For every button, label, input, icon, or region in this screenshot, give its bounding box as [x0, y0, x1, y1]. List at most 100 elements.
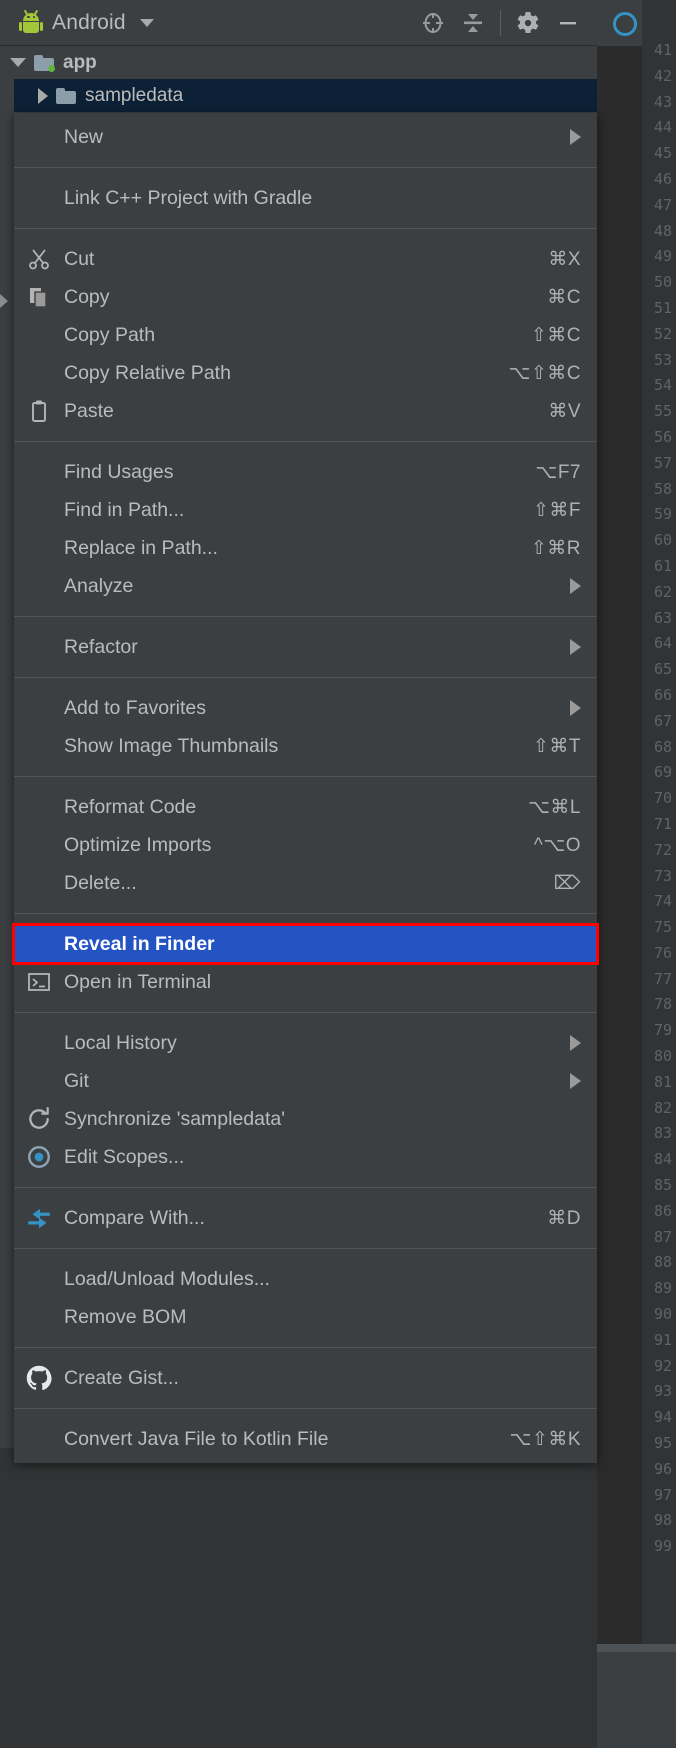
line-number: 44 — [653, 118, 672, 137]
menu-separator — [14, 1347, 597, 1348]
menu-item-label: Cut — [64, 247, 95, 270]
menu-item[interactable]: Copy Path ⇧⌘C — [14, 316, 597, 354]
menu-item[interactable]: Synchronize 'sampledata' — [14, 1100, 597, 1138]
menu-item-shortcut: ⌘D — [547, 1207, 581, 1229]
menu-item-label: Create Gist... — [64, 1366, 179, 1389]
menu-item-shortcut: ⇧⌘T — [532, 735, 581, 757]
menu-group: Link C++ Project with Gradle — [14, 174, 597, 222]
tree-row[interactable]: sampledata — [0, 79, 597, 112]
line-number: 92 — [653, 1356, 672, 1375]
menu-separator — [14, 167, 597, 168]
line-number: 54 — [653, 376, 672, 395]
menu-item[interactable]: Link C++ Project with Gradle — [14, 179, 597, 217]
menu-item[interactable]: Replace in Path... ⇧⌘R — [14, 529, 597, 567]
menu-item-label: New — [64, 125, 104, 148]
menu-separator — [14, 616, 597, 617]
android-robot-icon — [19, 9, 43, 34]
menu-item-label: Local History — [64, 1031, 177, 1054]
menu-item-label: Git — [64, 1069, 89, 1092]
menu-item[interactable]: Copy ⌘C — [14, 278, 597, 316]
menu-item-label: Paste — [64, 399, 114, 422]
line-number: 90 — [653, 1305, 672, 1324]
menu-item[interactable]: Open in Terminal — [14, 963, 597, 1001]
menu-item[interactable]: Cut ⌘X — [14, 240, 597, 278]
minimize-button[interactable] — [549, 4, 587, 42]
line-number: 57 — [653, 453, 672, 472]
menu-item-label: Convert Java File to Kotlin File — [64, 1427, 329, 1450]
menu-item[interactable]: Compare With... ⌘D — [14, 1199, 597, 1237]
menu-item[interactable]: Optimize Imports ^⌥O — [14, 826, 597, 864]
line-number: 70 — [653, 789, 672, 808]
line-number: 81 — [653, 1072, 672, 1091]
menu-item[interactable]: Show Image Thumbnails ⇧⌘T — [14, 727, 597, 765]
line-number: 79 — [653, 1021, 672, 1040]
line-number: 41 — [653, 41, 672, 59]
line-number: 68 — [653, 737, 672, 756]
line-number: 55 — [653, 402, 672, 421]
menu-group: Find Usages ⌥F7 Find in Path... ⇧⌘F Replace … — [14, 448, 597, 610]
menu-item[interactable]: Analyze — [14, 567, 597, 605]
chevron-down-icon[interactable] — [139, 18, 154, 27]
menu-group: Add to Favorites Show Image Thumbnails ⇧⌘T — [14, 684, 597, 770]
menu-item[interactable]: Convert Java File to Kotlin File ⌥⇧⌘K — [14, 1420, 597, 1458]
menu-item[interactable]: Refactor — [14, 628, 597, 666]
line-number: 95 — [653, 1434, 672, 1453]
line-number: 50 — [653, 273, 672, 292]
line-number: 84 — [653, 1150, 672, 1169]
menu-item-shortcut: ⌘X — [548, 248, 581, 270]
submenu-arrow-icon — [570, 700, 581, 716]
chevron-expanded-icon[interactable] — [10, 58, 26, 67]
menu-separator — [14, 1012, 597, 1013]
line-number: 45 — [653, 144, 672, 163]
line-number: 48 — [653, 221, 672, 240]
menu-item[interactable]: Edit Scopes... — [14, 1138, 597, 1176]
menu-group: Create Gist... — [14, 1354, 597, 1402]
tree-row[interactable]: app — [0, 46, 597, 79]
submenu-arrow-icon — [570, 639, 581, 655]
menu-item[interactable]: Add to Favorites — [14, 689, 597, 727]
line-number: 86 — [653, 1201, 672, 1220]
menu-item-label: Remove BOM — [64, 1305, 187, 1328]
menu-item-selected[interactable]: Reveal in Finder — [12, 923, 599, 965]
bottom-tool-pane — [597, 1652, 676, 1748]
line-number: 47 — [653, 195, 672, 214]
menu-item[interactable]: Git — [14, 1062, 597, 1100]
menu-item[interactable]: Find Usages ⌥F7 — [14, 453, 597, 491]
tree-expander-nub-icon[interactable] — [0, 294, 8, 308]
menu-item[interactable]: Find in Path... ⇧⌘F — [14, 491, 597, 529]
select-opened-file-button[interactable] — [414, 4, 452, 42]
menu-group: Local History Git Synchronize 'sampledata'… — [14, 1019, 597, 1181]
menu-item[interactable]: New — [14, 118, 597, 156]
line-number: 85 — [653, 1176, 672, 1195]
line-number: 65 — [653, 660, 672, 679]
menu-separator — [14, 441, 597, 442]
menu-group: Convert Java File to Kotlin File ⌥⇧⌘K — [14, 1415, 597, 1463]
terminal-icon — [24, 970, 54, 994]
crosshair-target-icon — [423, 12, 443, 33]
menu-item-label: Optimize Imports — [64, 833, 212, 856]
menu-separator — [14, 228, 597, 229]
menu-item[interactable]: Load/Unload Modules... — [14, 1260, 597, 1298]
menu-item-label: Delete... — [64, 871, 137, 894]
line-number: 60 — [653, 531, 672, 550]
module-folder-icon — [34, 54, 55, 72]
submenu-arrow-icon — [570, 1073, 581, 1089]
menu-group: Reveal in Finder Open in Terminal — [12, 920, 599, 1006]
menu-item[interactable]: Local History — [14, 1024, 597, 1062]
collapse-all-button[interactable] — [454, 4, 492, 42]
line-number: 74 — [653, 892, 672, 911]
menu-item[interactable]: Create Gist... — [14, 1359, 597, 1397]
android-studio-window: 41 42 43 44 45 46 47 48 49 50 51 52 53 54 55 56 57 58 59 60… — [0, 0, 676, 1748]
menu-item[interactable]: Paste ⌘V — [14, 392, 597, 430]
menu-item[interactable]: Copy Relative Path ⌥⇧⌘C — [14, 354, 597, 392]
menu-item-label: Find in Path... — [64, 498, 185, 521]
menu-item[interactable]: Delete... ⌦ — [14, 864, 597, 902]
menu-item[interactable]: Remove BOM — [14, 1298, 597, 1336]
chevron-collapsed-icon[interactable] — [38, 87, 48, 104]
minimize-icon — [560, 21, 576, 24]
settings-button[interactable] — [509, 4, 547, 42]
menu-item[interactable]: Reformat Code ⌥⌘L — [14, 788, 597, 826]
menu-group: Refactor — [14, 623, 597, 671]
menu-separator — [14, 1408, 597, 1409]
toolbar-divider — [500, 9, 501, 36]
